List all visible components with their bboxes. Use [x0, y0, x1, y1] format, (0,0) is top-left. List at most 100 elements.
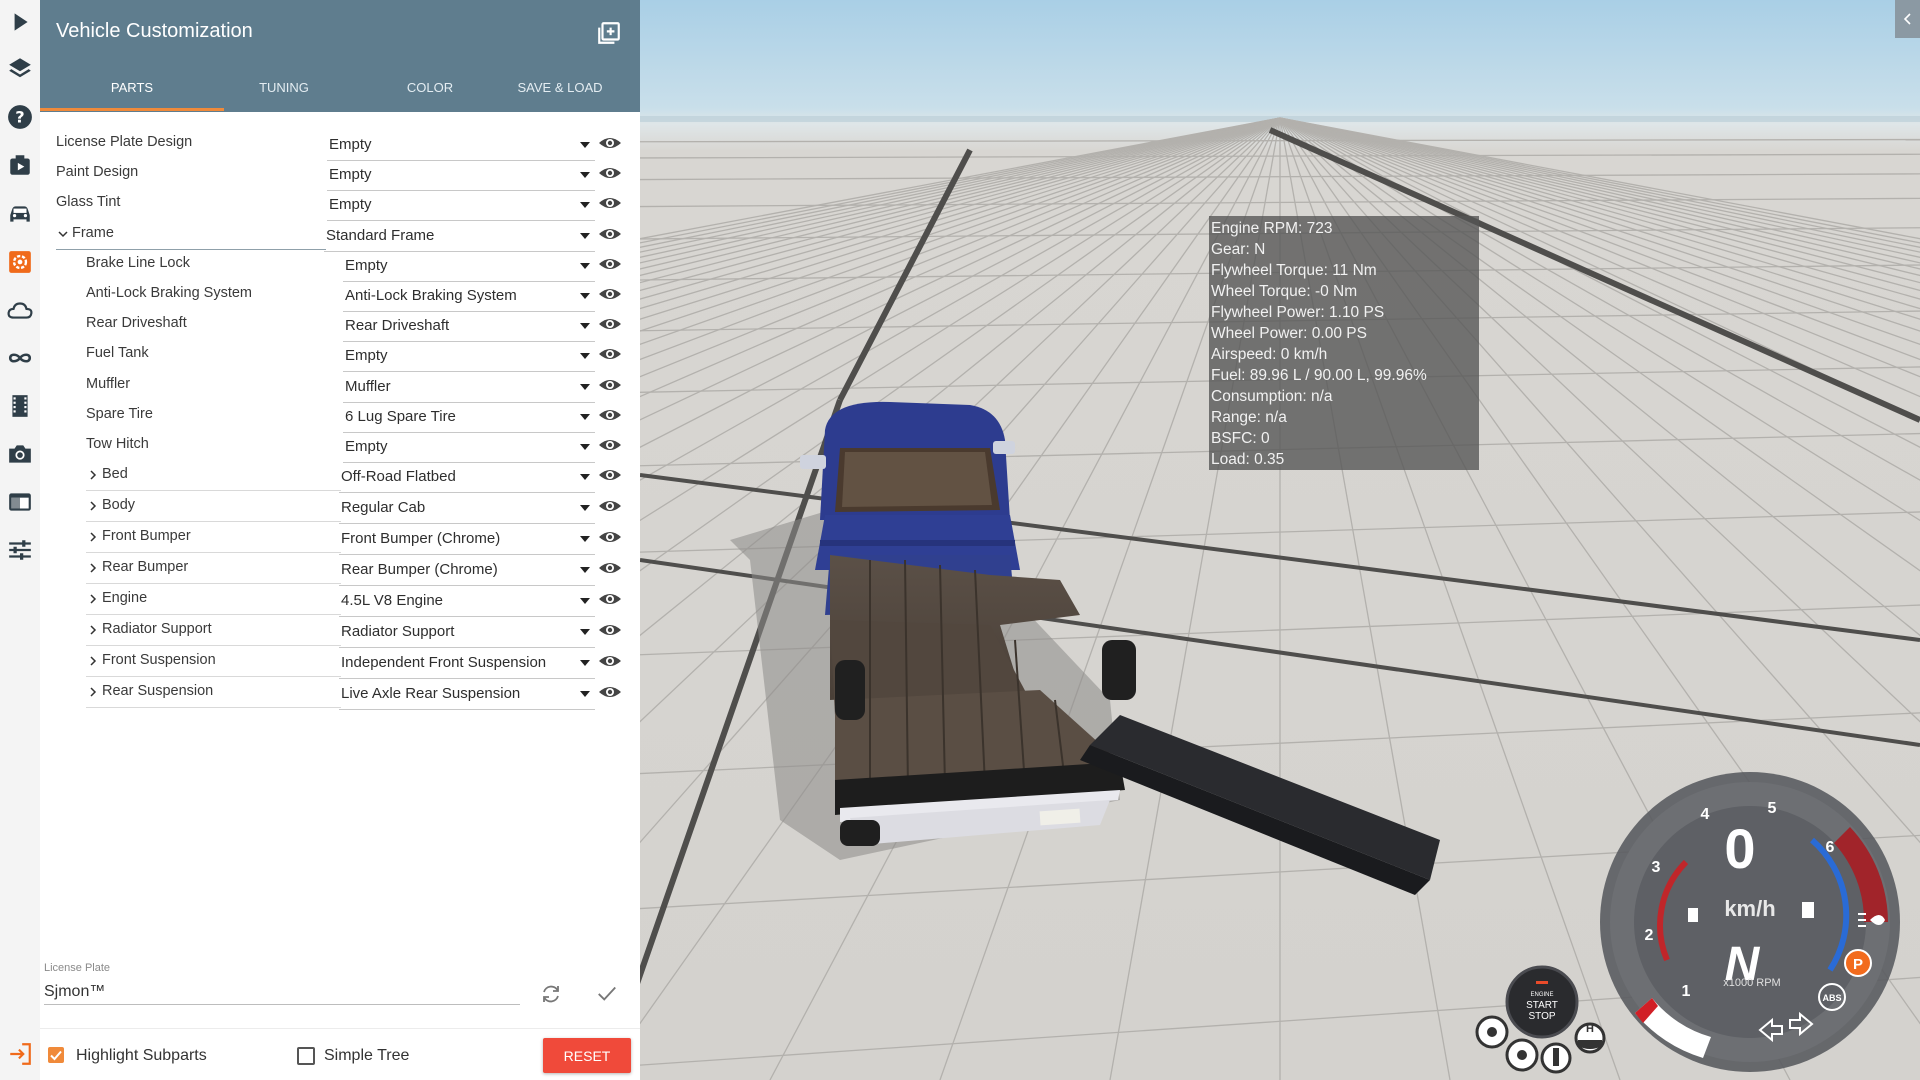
part-row[interactable]: Rear Suspension Live Axle Rear Suspension	[40, 677, 640, 711]
part-row[interactable]: Tow Hitch Empty	[40, 430, 640, 463]
part-select[interactable]: Front Bumper (Chrome)	[341, 530, 500, 547]
visibility-eye-icon[interactable]	[598, 683, 622, 701]
part-row[interactable]: Bed Off-Road Flatbed	[40, 460, 640, 494]
part-row[interactable]: Rear Bumper Rear Bumper (Chrome)	[40, 553, 640, 587]
part-select[interactable]: Live Axle Rear Suspension	[341, 685, 520, 702]
visibility-eye-icon[interactable]	[598, 590, 622, 608]
visibility-eye-icon[interactable]	[598, 559, 622, 577]
tab-save-load[interactable]: SAVE & LOAD	[476, 80, 644, 110]
part-select[interactable]: Empty	[329, 136, 372, 153]
scenario-icon[interactable]	[4, 149, 36, 181]
visibility-eye-icon[interactable]	[598, 345, 622, 363]
handbrake-icon[interactable]: H	[1574, 1022, 1606, 1054]
dropdown-caret-icon[interactable]	[580, 505, 590, 512]
chevron-right-icon[interactable]	[88, 655, 98, 667]
chevron-right-icon[interactable]	[88, 562, 98, 574]
part-row[interactable]: Body Regular Cab	[40, 491, 640, 525]
dropdown-caret-icon[interactable]	[580, 293, 590, 299]
part-select[interactable]: Muffler	[345, 378, 391, 395]
part-row[interactable]: Radiator Support Radiator Support	[40, 615, 640, 649]
wheel-icon[interactable]	[1475, 1015, 1509, 1049]
dropdown-caret-icon[interactable]	[580, 142, 590, 148]
part-row[interactable]: License Plate Design Empty	[40, 128, 640, 161]
visibility-eye-icon[interactable]	[598, 466, 622, 484]
highlight-subparts-checkbox[interactable]	[48, 1047, 64, 1063]
play-icon[interactable]	[4, 6, 36, 38]
part-row[interactable]: Brake Line Lock Empty	[40, 249, 640, 282]
part-row[interactable]: Glass Tint Empty	[40, 188, 640, 222]
part-select[interactable]: Empty	[329, 166, 372, 183]
dropdown-caret-icon[interactable]	[580, 598, 590, 605]
dropdown-caret-icon[interactable]	[580, 232, 590, 239]
dropdown-caret-icon[interactable]	[580, 323, 590, 330]
exit-icon[interactable]	[4, 1038, 36, 1070]
chevron-right-icon[interactable]	[88, 500, 98, 512]
license-plate-input[interactable]	[44, 980, 520, 1005]
visibility-eye-icon[interactable]	[598, 528, 622, 546]
popout-icon[interactable]	[596, 20, 622, 46]
shifter-icon[interactable]	[1540, 1042, 1572, 1074]
part-row[interactable]: Rear Driveshaft Rear Driveshaft	[40, 309, 640, 343]
visibility-eye-icon[interactable]	[598, 652, 622, 670]
chevron-right-icon[interactable]	[88, 624, 98, 636]
engine-start-stop-button[interactable]: ENGINE START STOP	[1505, 965, 1579, 1039]
part-select[interactable]: Rear Driveshaft	[345, 317, 449, 334]
dropdown-caret-icon[interactable]	[580, 383, 590, 390]
chevron-right-icon[interactable]	[88, 469, 98, 481]
part-row[interactable]: Fuel Tank Empty	[40, 339, 640, 373]
part-select[interactable]: Rear Bumper (Chrome)	[341, 561, 498, 578]
chevron-right-icon[interactable]	[88, 593, 98, 605]
simple-tree-checkbox[interactable]	[297, 1047, 315, 1065]
visibility-eye-icon[interactable]	[598, 285, 622, 303]
sliders-icon[interactable]	[4, 534, 36, 566]
dropdown-caret-icon[interactable]	[580, 202, 590, 209]
dropdown-caret-icon[interactable]	[580, 536, 590, 543]
part-select[interactable]: Regular Cab	[341, 499, 425, 516]
dropdown-caret-icon[interactable]	[580, 413, 590, 420]
part-row[interactable]: Frame Standard Frame	[40, 219, 640, 252]
layers-icon[interactable]	[4, 52, 36, 84]
dropdown-caret-icon[interactable]	[580, 474, 590, 481]
visibility-eye-icon[interactable]	[598, 134, 622, 152]
part-select[interactable]: 6 Lug Spare Tire	[345, 408, 456, 425]
visibility-eye-icon[interactable]	[598, 497, 622, 515]
part-row[interactable]: Muffler Muffler	[40, 370, 640, 403]
part-row[interactable]: Anti-Lock Braking System Anti-Lock Brakin…	[40, 279, 640, 312]
randomize-plate-icon[interactable]	[538, 982, 564, 1006]
help-icon[interactable]: ?	[4, 101, 36, 133]
part-row[interactable]: Paint Design Empty	[40, 158, 640, 192]
part-select[interactable]: Off-Road Flatbed	[341, 468, 456, 485]
visibility-eye-icon[interactable]	[598, 376, 622, 394]
visibility-eye-icon[interactable]	[598, 436, 622, 454]
part-select[interactable]: Standard Frame	[326, 227, 434, 244]
camera-icon[interactable]	[4, 438, 36, 470]
simple-tree-label[interactable]: Simple Tree	[324, 1047, 409, 1065]
film-icon[interactable]	[4, 390, 36, 422]
visibility-eye-icon[interactable]	[598, 621, 622, 639]
dropdown-caret-icon[interactable]	[580, 660, 590, 667]
chevron-right-icon[interactable]	[88, 686, 98, 698]
visibility-eye-icon[interactable]	[598, 225, 622, 243]
part-row[interactable]: Front Bumper Front Bumper (Chrome)	[40, 522, 640, 556]
car-icon[interactable]	[4, 198, 36, 230]
apply-plate-icon[interactable]	[596, 982, 618, 1004]
tab-tuning[interactable]: TUNING	[200, 80, 368, 110]
dropdown-caret-icon[interactable]	[580, 353, 590, 360]
visibility-eye-icon[interactable]	[598, 315, 622, 333]
highlight-subparts-label[interactable]: Highlight Subparts	[76, 1047, 207, 1065]
visibility-eye-icon[interactable]	[598, 255, 622, 273]
dropdown-caret-icon[interactable]	[580, 691, 590, 698]
infinity-icon[interactable]	[4, 342, 36, 374]
part-select[interactable]: Empty	[345, 347, 388, 364]
part-row[interactable]: Spare Tire 6 Lug Spare Tire	[40, 400, 640, 433]
window-icon[interactable]	[4, 486, 36, 518]
visibility-eye-icon[interactable]	[598, 194, 622, 212]
part-select[interactable]: Empty	[345, 438, 388, 455]
part-row[interactable]: Front Suspension Independent Front Suspen…	[40, 646, 640, 680]
dropdown-caret-icon[interactable]	[580, 172, 590, 179]
part-select[interactable]: Empty	[345, 257, 388, 274]
dropdown-caret-icon[interactable]	[580, 567, 590, 574]
dropdown-caret-icon[interactable]	[580, 629, 590, 636]
reset-button[interactable]: RESET	[543, 1038, 631, 1073]
collapse-ui-tab[interactable]	[1895, 0, 1920, 38]
